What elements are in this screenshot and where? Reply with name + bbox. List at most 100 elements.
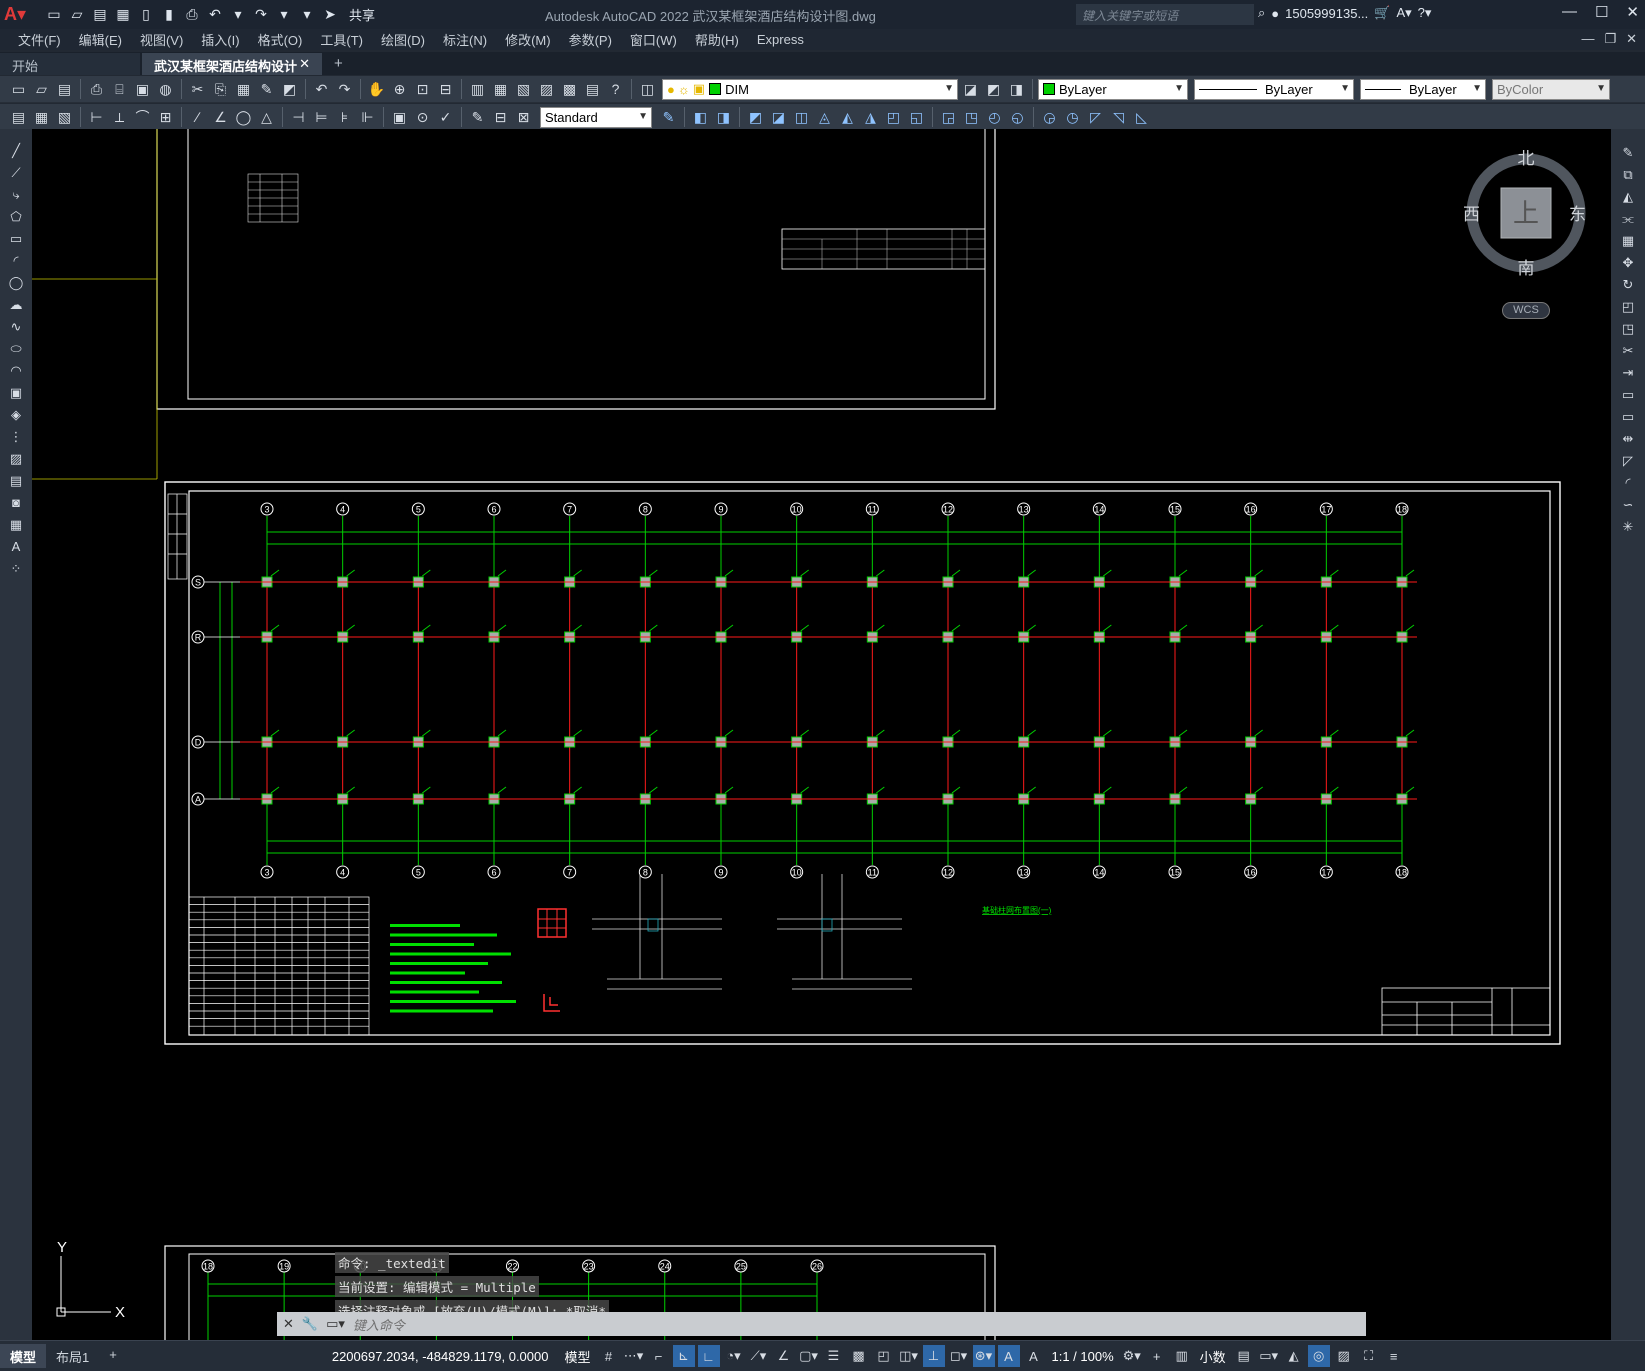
- publish-icon[interactable]: ▣: [132, 79, 153, 100]
- open-icon[interactable]: ▱: [31, 79, 52, 100]
- dimension-tool-icon[interactable]: ∠: [210, 107, 231, 128]
- compass-north[interactable]: 北: [1518, 149, 1535, 168]
- object-snap-icon[interactable]: ▢▾: [798, 1345, 820, 1367]
- gizmo-icon[interactable]: ⊛▾: [972, 1345, 995, 1367]
- minimize-icon[interactable]: —: [1562, 3, 1577, 21]
- dimension-tool-icon[interactable]: ◯: [233, 107, 254, 128]
- modify-tool-icon[interactable]: ◬: [814, 107, 835, 128]
- layer-dropdown[interactable]: ● ☼ ▣ DIM ▼: [662, 78, 958, 100]
- lineweight-dropdown[interactable]: ByLayer ▼: [1360, 78, 1486, 100]
- linetype-dropdown[interactable]: ByLayer ▼: [1194, 78, 1354, 100]
- modify-tool-icon[interactable]: ◩: [745, 107, 766, 128]
- compass-east[interactable]: 东: [1569, 205, 1586, 224]
- zoom-window-icon[interactable]: ⊡: [412, 79, 433, 100]
- offset-icon[interactable]: ⫘: [1616, 209, 1640, 228]
- modify-tool-icon[interactable]: ◷: [1062, 107, 1083, 128]
- table-icon[interactable]: ▦: [4, 515, 28, 534]
- menu-item[interactable]: 标注(N): [443, 30, 487, 49]
- close-icon[interactable]: ✕: [1626, 3, 1639, 21]
- layer-lock-icon[interactable]: ▣: [693, 81, 705, 97]
- fillet-icon[interactable]: ◜: [1616, 473, 1640, 492]
- polygon-icon[interactable]: ⬠: [4, 207, 28, 226]
- redo-dropdown-icon[interactable]: ▾: [274, 5, 294, 25]
- layer-previous-icon[interactable]: ◩: [983, 79, 1004, 100]
- lineweight-icon[interactable]: ☰: [823, 1345, 845, 1367]
- command-input[interactable]: 键入命令: [353, 1315, 405, 1334]
- recent-commands-icon[interactable]: ▭▾: [326, 1316, 345, 1332]
- dimension-tool-icon[interactable]: ⟂: [109, 107, 130, 128]
- search-icon[interactable]: ⌕: [1258, 5, 1265, 21]
- tab-model[interactable]: 模型: [0, 1344, 47, 1368]
- dimension-tool-icon[interactable]: ▣: [389, 107, 410, 128]
- open-web-icon[interactable]: ▯: [136, 5, 156, 25]
- menu-item[interactable]: Express: [757, 32, 804, 47]
- menu-item[interactable]: 插入(I): [201, 30, 239, 49]
- maximize-icon[interactable]: ☐: [1595, 3, 1608, 21]
- rotate-icon[interactable]: ↻: [1616, 275, 1640, 294]
- fullscreen-icon[interactable]: ⛶: [1358, 1345, 1380, 1367]
- dimension-tool-icon[interactable]: ⊟: [490, 107, 511, 128]
- layer-state-icon[interactable]: ◨: [1006, 79, 1027, 100]
- tool-palettes-icon[interactable]: ▧: [513, 79, 534, 100]
- modify-tool-icon[interactable]: ◴: [984, 107, 1005, 128]
- revcloud-icon[interactable]: ☁: [4, 295, 28, 314]
- annotation-monitor-icon[interactable]: +: [1146, 1345, 1168, 1367]
- isodraft-icon[interactable]: ⟋▾: [748, 1345, 770, 1367]
- markup-icon[interactable]: ▩: [559, 79, 580, 100]
- new-tab-icon[interactable]: +: [324, 52, 353, 75]
- modify-tool-icon[interactable]: ◨: [713, 107, 734, 128]
- add-layout-icon[interactable]: +: [99, 1344, 127, 1368]
- move-icon[interactable]: ✥: [1616, 253, 1640, 272]
- text-style-dropdown[interactable]: Standard ▼: [540, 106, 652, 128]
- autocad-logo-icon[interactable]: A▾: [0, 0, 30, 29]
- dimension-tool-icon[interactable]: △: [256, 107, 277, 128]
- selection-cycling-icon[interactable]: ◰: [873, 1345, 895, 1367]
- dimension-tool-icon[interactable]: ▦: [31, 107, 52, 128]
- color-dropdown[interactable]: ByLayer ▼: [1038, 78, 1188, 100]
- coordinates-readout[interactable]: 2200697.2034, -484829.1179, 0.0000: [332, 1349, 549, 1364]
- object-snap-tracking-icon[interactable]: ∠: [773, 1345, 795, 1367]
- dimension-tool-icon[interactable]: ⊢: [86, 107, 107, 128]
- user-icon[interactable]: ●: [1271, 6, 1279, 21]
- units-icon[interactable]: ▥: [1171, 1345, 1193, 1367]
- undo-dropdown-icon[interactable]: ▾: [228, 5, 248, 25]
- 3d-osnap-icon[interactable]: ◫▾: [898, 1345, 920, 1367]
- ortho-icon[interactable]: ∟: [697, 1345, 720, 1367]
- rectangle-icon[interactable]: ▭: [4, 229, 28, 248]
- snap-icon[interactable]: ⋯▾: [623, 1345, 645, 1367]
- insert-block-icon[interactable]: ▣: [4, 383, 28, 402]
- save-web-icon[interactable]: ▮: [159, 5, 179, 25]
- paste-icon[interactable]: ▦: [233, 79, 254, 100]
- point-icon[interactable]: ⋮: [4, 427, 28, 446]
- erase-icon[interactable]: ✎: [1616, 143, 1640, 162]
- plot-icon[interactable]: ⎙: [86, 79, 107, 100]
- dynamic-ucs-icon[interactable]: ⊥: [922, 1345, 945, 1367]
- quick-properties-icon[interactable]: ▤: [1233, 1345, 1255, 1367]
- dimension-tool-icon[interactable]: ⊩: [357, 107, 378, 128]
- clean-screen-icon[interactable]: ▨: [1333, 1345, 1355, 1367]
- menu-item[interactable]: 参数(P): [569, 30, 612, 49]
- dimension-tool-icon[interactable]: ⌒: [132, 107, 153, 128]
- help-icon[interactable]: ?▾: [1418, 5, 1432, 21]
- menu-item[interactable]: 绘图(D): [381, 30, 425, 49]
- model-space-toggle[interactable]: 模型: [560, 1347, 594, 1366]
- annotation-visibility-icon[interactable]: A: [997, 1345, 1020, 1367]
- menu-item[interactable]: 帮助(H): [695, 30, 739, 49]
- redo-icon[interactable]: ↷: [251, 5, 271, 25]
- line-icon[interactable]: ╱: [4, 141, 28, 160]
- modify-tool-icon[interactable]: ◱: [906, 107, 927, 128]
- zoom-previous-icon[interactable]: ⊟: [435, 79, 456, 100]
- doc-restore-icon[interactable]: ❐: [1604, 31, 1616, 47]
- auto-scale-icon[interactable]: A: [1023, 1345, 1045, 1367]
- ellipse-icon[interactable]: ⬭: [4, 339, 28, 358]
- modify-tool-icon[interactable]: ◮: [860, 107, 881, 128]
- cart-icon[interactable]: 🛒: [1374, 5, 1390, 21]
- hatch-icon[interactable]: ▨: [4, 449, 28, 468]
- design-center-icon[interactable]: ▦: [490, 79, 511, 100]
- modify-tool-icon[interactable]: ◶: [1039, 107, 1060, 128]
- open-icon[interactable]: ▱: [67, 5, 87, 25]
- dimension-tool-icon[interactable]: ⊞: [155, 107, 176, 128]
- array-icon[interactable]: ▦: [1616, 231, 1640, 250]
- dimension-tool-icon[interactable]: ⊣: [288, 107, 309, 128]
- search-input[interactable]: 键入关键字或短语: [1076, 4, 1254, 25]
